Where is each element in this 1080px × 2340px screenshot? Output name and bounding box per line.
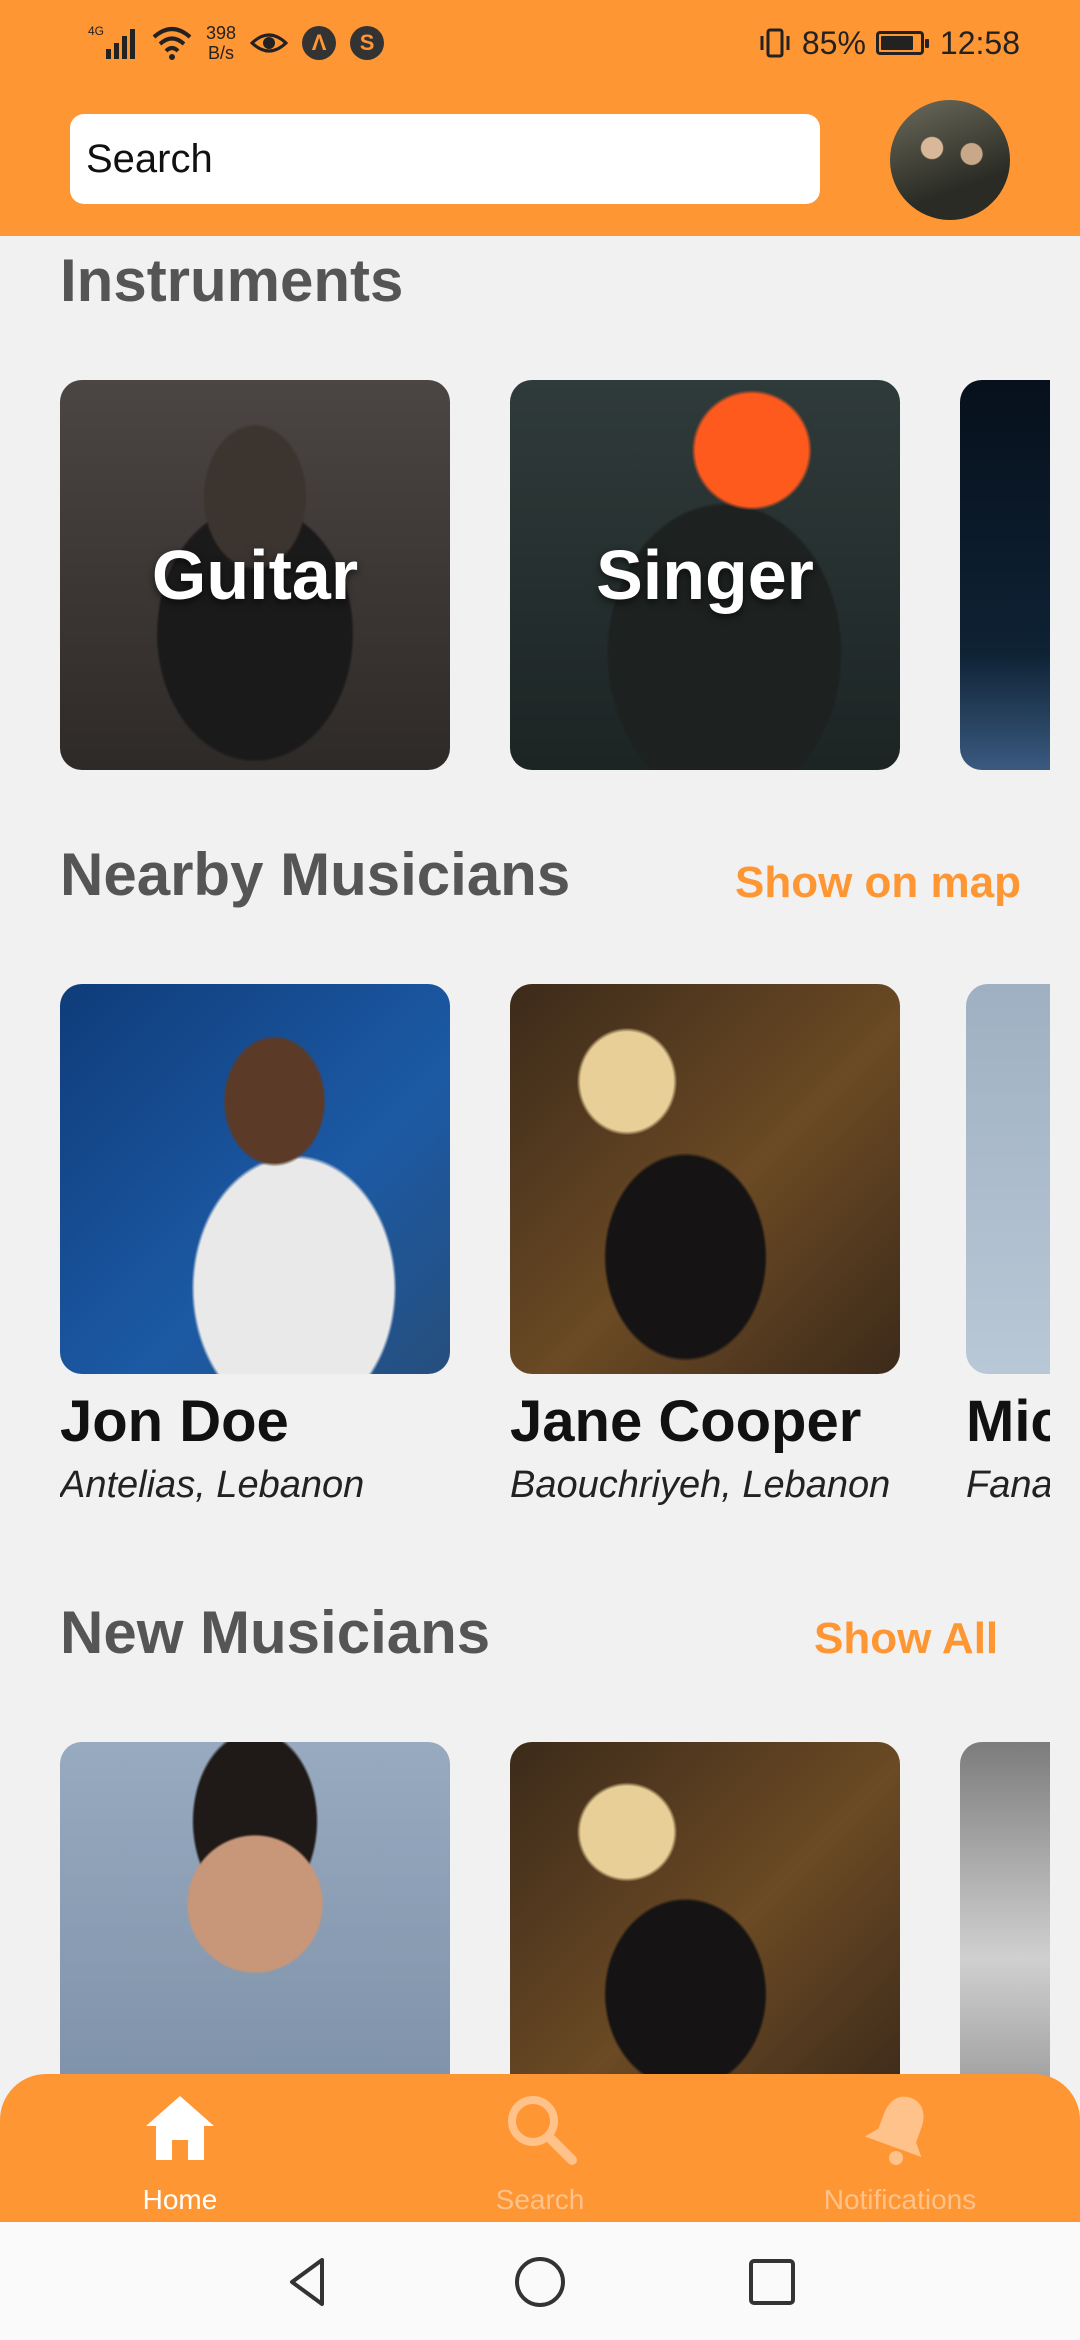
app-a-icon: Λ — [302, 26, 337, 60]
show-on-map-link[interactable]: Show on map — [735, 858, 1021, 908]
vibrate-icon — [760, 28, 790, 58]
search-placeholder: Search — [86, 136, 213, 181]
status-bar: 4G 398 B/s Λ S 85% 12:58 — [0, 0, 1080, 82]
instrument-label: Singer — [596, 536, 814, 614]
instrument-card-singer[interactable]: Singer — [510, 380, 900, 770]
new-musician-photo[interactable] — [510, 1742, 900, 2102]
svg-text:4G: 4G — [88, 24, 104, 38]
musician-location: Fana — [966, 1464, 1050, 1506]
instrument-label: Guitar — [151, 536, 359, 614]
wifi-icon — [152, 27, 192, 60]
status-right: 85% 12:58 — [758, 18, 1020, 68]
status-left: 4G 398 B/s Λ S — [88, 18, 385, 68]
new-musicians-title: New Musicians — [60, 1599, 491, 1666]
musician-name[interactable]: Jon Doe — [60, 1388, 289, 1455]
recents-icon[interactable] — [742, 2252, 802, 2312]
nav-search-label: Search — [495, 2184, 585, 2215]
instruments-title: Instruments — [60, 247, 404, 314]
clock: 12:58 — [939, 24, 1020, 61]
show-all-link[interactable]: Show All — [814, 1614, 998, 1664]
nav-notifications-label: Notifications — [823, 2184, 977, 2215]
musician-photo[interactable] — [966, 984, 1050, 1374]
nav-notifications[interactable]: Notifications — [750, 2074, 1050, 2222]
eye-icon — [250, 33, 289, 53]
bottom-navigation: Home Search Notifications — [0, 2074, 1080, 2222]
app-s-icon: S — [350, 26, 385, 60]
instrument-card-guitar[interactable]: Guitar — [60, 380, 450, 770]
musician-location: Antelias, Lebanon — [60, 1464, 365, 1506]
system-navigation-bar — [0, 2222, 1080, 2340]
musician-photo[interactable] — [510, 984, 900, 1374]
musician-photo[interactable] — [60, 984, 450, 1374]
network-speed-unit: B/s — [208, 43, 235, 63]
signal-icon: 4G — [88, 24, 135, 59]
search-icon — [508, 2096, 577, 2165]
musician-name[interactable]: Mic — [966, 1388, 1050, 1455]
nav-home[interactable]: Home — [30, 2074, 330, 2222]
battery-icon — [875, 31, 929, 55]
back-icon[interactable] — [278, 2252, 338, 2312]
new-musician-photo[interactable] — [60, 1742, 450, 2102]
home-circle-icon[interactable] — [510, 2252, 570, 2312]
network-speed-value: 398 — [206, 23, 237, 43]
home-icon — [146, 2096, 214, 2160]
search-input[interactable]: Search — [70, 114, 820, 204]
app-header: 4G 398 B/s Λ S 85% 12:58 Search — [0, 0, 1080, 236]
nav-home-label: Home — [142, 2184, 218, 2215]
bell-icon — [864, 2096, 924, 2165]
profile-avatar[interactable] — [890, 100, 1010, 220]
nearby-title: Nearby Musicians — [60, 841, 571, 908]
musician-name[interactable]: Jane Cooper — [510, 1388, 861, 1455]
network-speed: 398 B/s — [206, 23, 236, 63]
musician-location: Baouchriyeh, Lebanon — [510, 1464, 891, 1506]
nav-search[interactable]: Search — [390, 2074, 690, 2222]
new-musician-photo[interactable] — [960, 1742, 1050, 2102]
battery-percent: 85% — [801, 24, 866, 61]
instrument-card-drums[interactable] — [960, 380, 1050, 770]
